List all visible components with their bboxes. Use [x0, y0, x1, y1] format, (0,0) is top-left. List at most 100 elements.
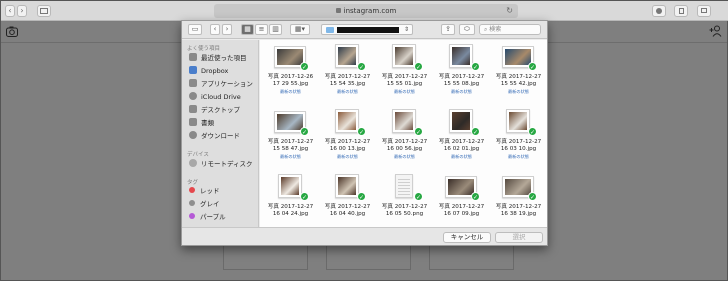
updown-chevron-icon: ⇕	[403, 26, 409, 33]
search-field[interactable]: ⌕ 検索	[479, 24, 541, 35]
favorites-heading: よく使う項目	[187, 46, 221, 52]
icon-view-button[interactable]: ▦	[241, 24, 254, 35]
sidebar-item-label: iCloud Drive	[201, 93, 241, 101]
checkmark-icon: ✓	[300, 127, 309, 136]
file-item[interactable]: ✓ 写真 2017-12-27 15 55 01.jpg 最新の状態	[376, 40, 433, 102]
reload-icon[interactable]: ↻	[506, 4, 513, 18]
file-name-line1: 写真 2017-12-27	[381, 204, 428, 210]
cancel-button[interactable]: キャンセル	[443, 232, 491, 243]
file-thumbnail	[392, 109, 416, 133]
checkmark-icon: ✓	[471, 127, 480, 136]
file-name-line2: 16 03 10.jpg	[500, 146, 537, 152]
share-button[interactable]	[674, 5, 688, 17]
downloads-button[interactable]	[652, 5, 666, 17]
file-name-line2: 15 55 01.jpg	[386, 81, 423, 87]
list-view-button[interactable]: ≡	[255, 24, 268, 35]
file-item[interactable]: ✓ 写真 2017-12-27 16 38 19.jpg	[490, 170, 547, 227]
file-item[interactable]: ✓ 写真 2017-12-27 16 04 24.jpg	[262, 170, 319, 227]
file-item[interactable]: ✓ 写真 2017-12-27 16 04 40.jpg	[319, 170, 376, 227]
chevron-left-icon: ‹	[8, 6, 12, 15]
sidebar-item-label: ダウンロード	[201, 132, 240, 140]
search-placeholder: 検索	[489, 26, 502, 33]
file-name-line1: 写真 2017-12-27	[495, 204, 542, 210]
sidebar-item-tag-purple[interactable]: パープル	[189, 212, 226, 223]
checkmark-icon: ✓	[357, 192, 366, 201]
file-item[interactable]: ✓ 写真 2017-12-27 16 03 10.jpg 最新の状態	[490, 105, 547, 167]
column-view-button[interactable]: ▥	[269, 24, 282, 35]
file-name-line1: 写真 2017-12-26	[267, 74, 314, 80]
file-name-line1: 写真 2017-12-27	[267, 204, 314, 210]
back-button[interactable]: ‹	[5, 5, 15, 17]
checkmark-icon: ✓	[414, 192, 423, 201]
document-icon	[189, 118, 197, 126]
sync-status: 最新の状態	[280, 89, 301, 94]
file-thumbnail	[449, 109, 473, 133]
share-button[interactable]: ⇪	[441, 24, 455, 35]
file-item[interactable]: ✓ 写真 2017-12-27 16 05 50.png	[376, 170, 433, 227]
add-person-icon[interactable]	[709, 25, 723, 37]
share-icon	[678, 8, 684, 14]
checkmark-icon: ✓	[300, 62, 309, 71]
select-button[interactable]: 選択	[495, 232, 543, 243]
camera-icon[interactable]	[6, 26, 18, 37]
purple-tag-dot-icon	[189, 213, 195, 219]
sidebar-item-icloud[interactable]: iCloud Drive	[189, 92, 241, 103]
applications-icon	[189, 79, 197, 87]
sync-status: 最新の状態	[508, 154, 529, 159]
sidebar-item-remote-disc[interactable]: リモートディスク	[189, 159, 253, 170]
file-item[interactable]: ✓ 写真 2017-12-27 16 00 13.jpg 最新の状態	[319, 105, 376, 167]
sidebar-toggle-button[interactable]	[37, 5, 51, 17]
file-thumbnail	[395, 174, 413, 198]
tabs-button[interactable]	[697, 5, 711, 17]
browser-toolbar: ‹ › instagram.com ↻	[1, 1, 728, 21]
file-name-line2: 16 38 19.jpg	[500, 211, 537, 217]
file-item[interactable]: ✓ 写真 2017-12-27 15 54 35.jpg 最新の状態	[319, 40, 376, 102]
file-item[interactable]: ✓ 写真 2017-12-27 16 02 01.jpg 最新の状態	[433, 105, 490, 167]
file-item[interactable]: ✓ 写真 2017-12-27 15 58 47.jpg 最新の状態	[262, 105, 319, 167]
sidebar-item-dropbox[interactable]: Dropbox	[189, 66, 228, 77]
file-item[interactable]: ✓ 写真 2017-12-26 17 29 55.jpg 最新の状態	[262, 40, 319, 102]
sidebar-item-label: リモートディスク	[201, 160, 253, 168]
file-name-line2: 15 55 42.jpg	[500, 81, 537, 87]
devices-heading: デバイス	[187, 152, 209, 158]
sidebar-item-tag-gray[interactable]: グレイ	[189, 199, 220, 210]
file-name-line1: 写真 2017-12-27	[438, 204, 485, 210]
sidebar-item-recents[interactable]: 最近使った項目	[189, 53, 247, 64]
address-bar[interactable]: instagram.com ↻	[214, 4, 518, 18]
sidebar-toggle-button[interactable]: ▭	[188, 24, 202, 35]
disc-icon	[189, 159, 197, 167]
file-name-line1: 写真 2017-12-27	[324, 204, 371, 210]
folder-icon	[326, 27, 334, 33]
sidebar-item-label: パープル	[200, 213, 226, 221]
checkmark-icon: ✓	[528, 127, 537, 136]
file-name-line2: 16 02 01.jpg	[443, 146, 480, 152]
file-name-line2: 15 54 35.jpg	[329, 81, 366, 87]
sidebar-item-downloads[interactable]: ダウンロード	[189, 131, 240, 142]
back-button[interactable]: ‹	[210, 24, 220, 35]
forward-button[interactable]: ›	[222, 24, 232, 35]
sidebar-item-label: アプリケーション	[201, 80, 253, 88]
checkmark-icon: ✓	[357, 62, 366, 71]
tag-button[interactable]: ⬭	[459, 24, 475, 35]
file-name-line2: 16 04 24.jpg	[272, 211, 309, 217]
sidebar-item-tag-red[interactable]: レッド	[189, 186, 220, 197]
file-thumbnail	[278, 174, 302, 198]
file-thumbnail	[506, 109, 530, 133]
folder-popup[interactable]: ⇕	[321, 24, 413, 35]
download-icon	[656, 8, 662, 14]
sidebar-item-applications[interactable]: アプリケーション	[189, 79, 253, 90]
sidebar-item-label: 最近使った項目	[201, 54, 247, 62]
file-thumbnail	[335, 174, 359, 198]
file-item[interactable]: ✓ 写真 2017-12-27 15 55 42.jpg 最新の状態	[490, 40, 547, 102]
group-menu-button[interactable]: ▦▾	[290, 24, 310, 35]
sidebar-item-documents[interactable]: 書類	[189, 118, 214, 129]
forward-button[interactable]: ›	[17, 5, 27, 17]
file-thumbnail	[335, 109, 359, 133]
sidebar-item-label: レッド	[200, 187, 220, 195]
file-item[interactable]: ✓ 写真 2017-12-27 16 00 56.jpg 最新の状態	[376, 105, 433, 167]
file-item[interactable]: ✓ 写真 2017-12-27 16 07 09.jpg	[433, 170, 490, 227]
sidebar-item-label: 書類	[201, 119, 214, 127]
sidebar-item-desktop[interactable]: デスクトップ	[189, 105, 240, 116]
file-item[interactable]: ✓ 写真 2017-12-27 15 55 08.jpg 最新の状態	[433, 40, 490, 102]
checkmark-icon: ✓	[414, 62, 423, 71]
